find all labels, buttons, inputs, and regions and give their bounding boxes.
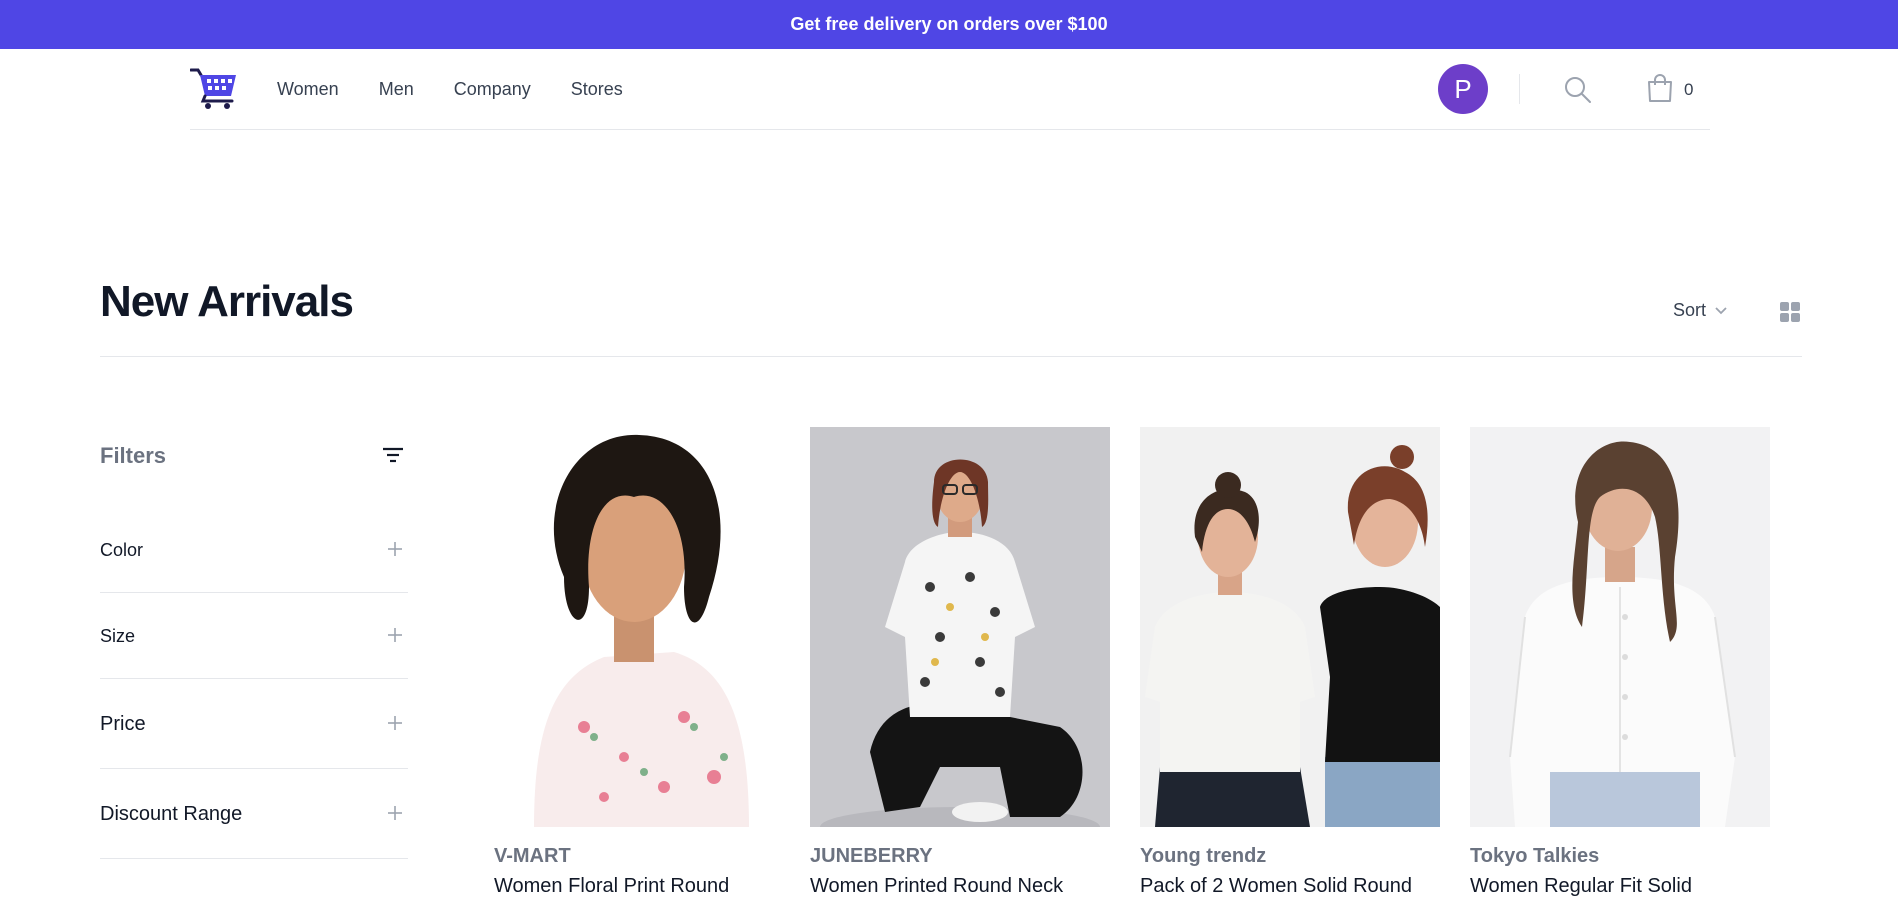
filters-sidebar: Filters Color Size Price Discount Range — [100, 427, 408, 859]
filter-icon[interactable] — [381, 443, 405, 467]
filter-label-size: Size — [100, 626, 136, 646]
filters-title: Filters — [100, 443, 167, 468]
shopping-bag-icon — [1646, 73, 1674, 108]
avatar-initial: P — [1454, 73, 1472, 104]
filter-section-color[interactable]: Color — [100, 513, 408, 593]
product-name[interactable]: Pack of 2 Women Solid Round — [1140, 875, 1412, 898]
filter-label-color: Color — [100, 540, 144, 560]
product-card[interactable]: Young trendz Pack of 2 Women Solid Round — [1140, 427, 1440, 897]
product-image[interactable] — [1470, 427, 1770, 827]
nav-link-stores[interactable]: Stores — [571, 79, 623, 100]
chevron-down-icon — [1714, 300, 1728, 321]
filter-section-price[interactable]: Price — [100, 679, 408, 769]
product-name[interactable]: Women Floral Print Round — [494, 875, 729, 898]
nav-link-men[interactable]: Men — [379, 79, 414, 100]
user-avatar[interactable]: P — [1438, 64, 1488, 114]
nav-link-company[interactable]: Company — [454, 79, 531, 100]
product-image[interactable] — [810, 427, 1110, 827]
plus-icon[interactable] — [386, 804, 404, 822]
product-brand: V-MART — [494, 845, 571, 867]
main-nav: Women Men Company Stores — [277, 49, 623, 130]
page-title: New Arrivals — [100, 277, 354, 326]
product-card[interactable]: JUNEBERRY Women Printed Round Neck — [810, 427, 1110, 897]
sort-dropdown[interactable]: Sort — [1673, 300, 1728, 321]
promo-text: Get free delivery on orders over $100 — [790, 14, 1108, 34]
top-navbar: Women Men Company Stores P 0 — [189, 49, 1710, 130]
search-icon[interactable] — [1562, 74, 1594, 106]
sort-label: Sort — [1673, 300, 1707, 320]
plus-icon[interactable] — [386, 540, 404, 558]
filter-label-price: Price — [100, 713, 146, 735]
product-image[interactable] — [494, 427, 794, 827]
grid-view-icon[interactable] — [1778, 300, 1802, 324]
nav-link-women[interactable]: Women — [277, 79, 339, 100]
filter-label-discount-range: Discount Range — [100, 803, 243, 825]
product-card[interactable]: V-MART Women Floral Print Round — [494, 427, 794, 897]
product-card[interactable]: Tokyo Talkies Women Regular Fit Solid — [1470, 427, 1770, 897]
filter-section-size[interactable]: Size — [100, 593, 408, 679]
product-name[interactable]: Women Printed Round Neck — [810, 875, 1063, 898]
filters-header: Filters — [100, 427, 408, 483]
product-brand: Tokyo Talkies — [1470, 845, 1600, 867]
plus-icon[interactable] — [386, 626, 404, 644]
filter-section-discount-range[interactable]: Discount Range — [100, 769, 408, 859]
product-brand: JUNEBERRY — [810, 845, 933, 867]
promo-banner: Get free delivery on orders over $100 — [0, 0, 1898, 49]
cart-button[interactable]: 0 — [1646, 73, 1694, 108]
page-header: New Arrivals Sort — [100, 260, 1802, 357]
shopping-cart-logo-icon[interactable] — [189, 66, 238, 110]
nav-divider — [1519, 74, 1520, 104]
cart-count: 0 — [1684, 80, 1694, 99]
product-image[interactable] — [1140, 427, 1440, 827]
product-brand: Young trendz — [1140, 845, 1267, 867]
plus-icon[interactable] — [386, 714, 404, 732]
product-name[interactable]: Women Regular Fit Solid — [1470, 875, 1692, 898]
